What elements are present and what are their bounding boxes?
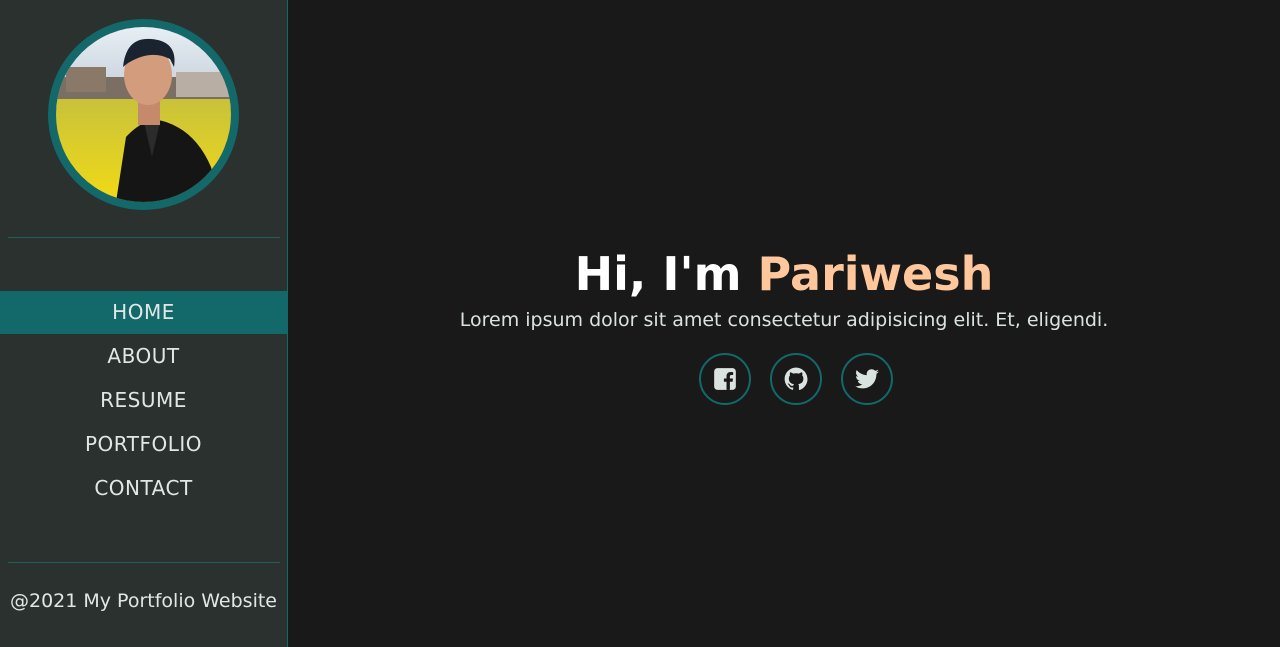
nav-item-home[interactable]: HOME [0,291,287,334]
sidebar: HOME ABOUT RESUME PORTFOLIO CONTACT @202… [0,0,288,647]
social-links [699,353,893,405]
sidebar-divider-bottom [8,562,280,563]
nav-item-portfolio[interactable]: PORTFOLIO [0,423,287,466]
avatar [48,19,239,210]
profile-photo [56,27,231,202]
twitter-icon [855,369,879,389]
nav-item-about[interactable]: ABOUT [0,335,287,378]
hero-name: Pariwesh [757,247,994,301]
main-content: Hi, I'm Pariwesh Lorem ipsum dolor sit a… [288,0,1280,647]
twitter-link[interactable] [841,353,893,405]
facebook-icon [714,368,736,390]
github-icon [784,367,808,390]
facebook-link[interactable] [699,353,751,405]
footer-copyright: @2021 My Portfolio Website [9,590,277,612]
nav-item-contact[interactable]: CONTACT [0,467,287,510]
github-link[interactable] [770,353,822,405]
hero-title: Hi, I'm Pariwesh [288,243,1280,305]
hero-greeting: Hi, I'm [574,247,758,301]
sidebar-nav: HOME ABOUT RESUME PORTFOLIO CONTACT [0,291,287,511]
sidebar-divider-top [8,237,280,238]
nav-item-resume[interactable]: RESUME [0,379,287,422]
hero-subtitle: Lorem ipsum dolor sit amet consectetur a… [459,309,1109,331]
